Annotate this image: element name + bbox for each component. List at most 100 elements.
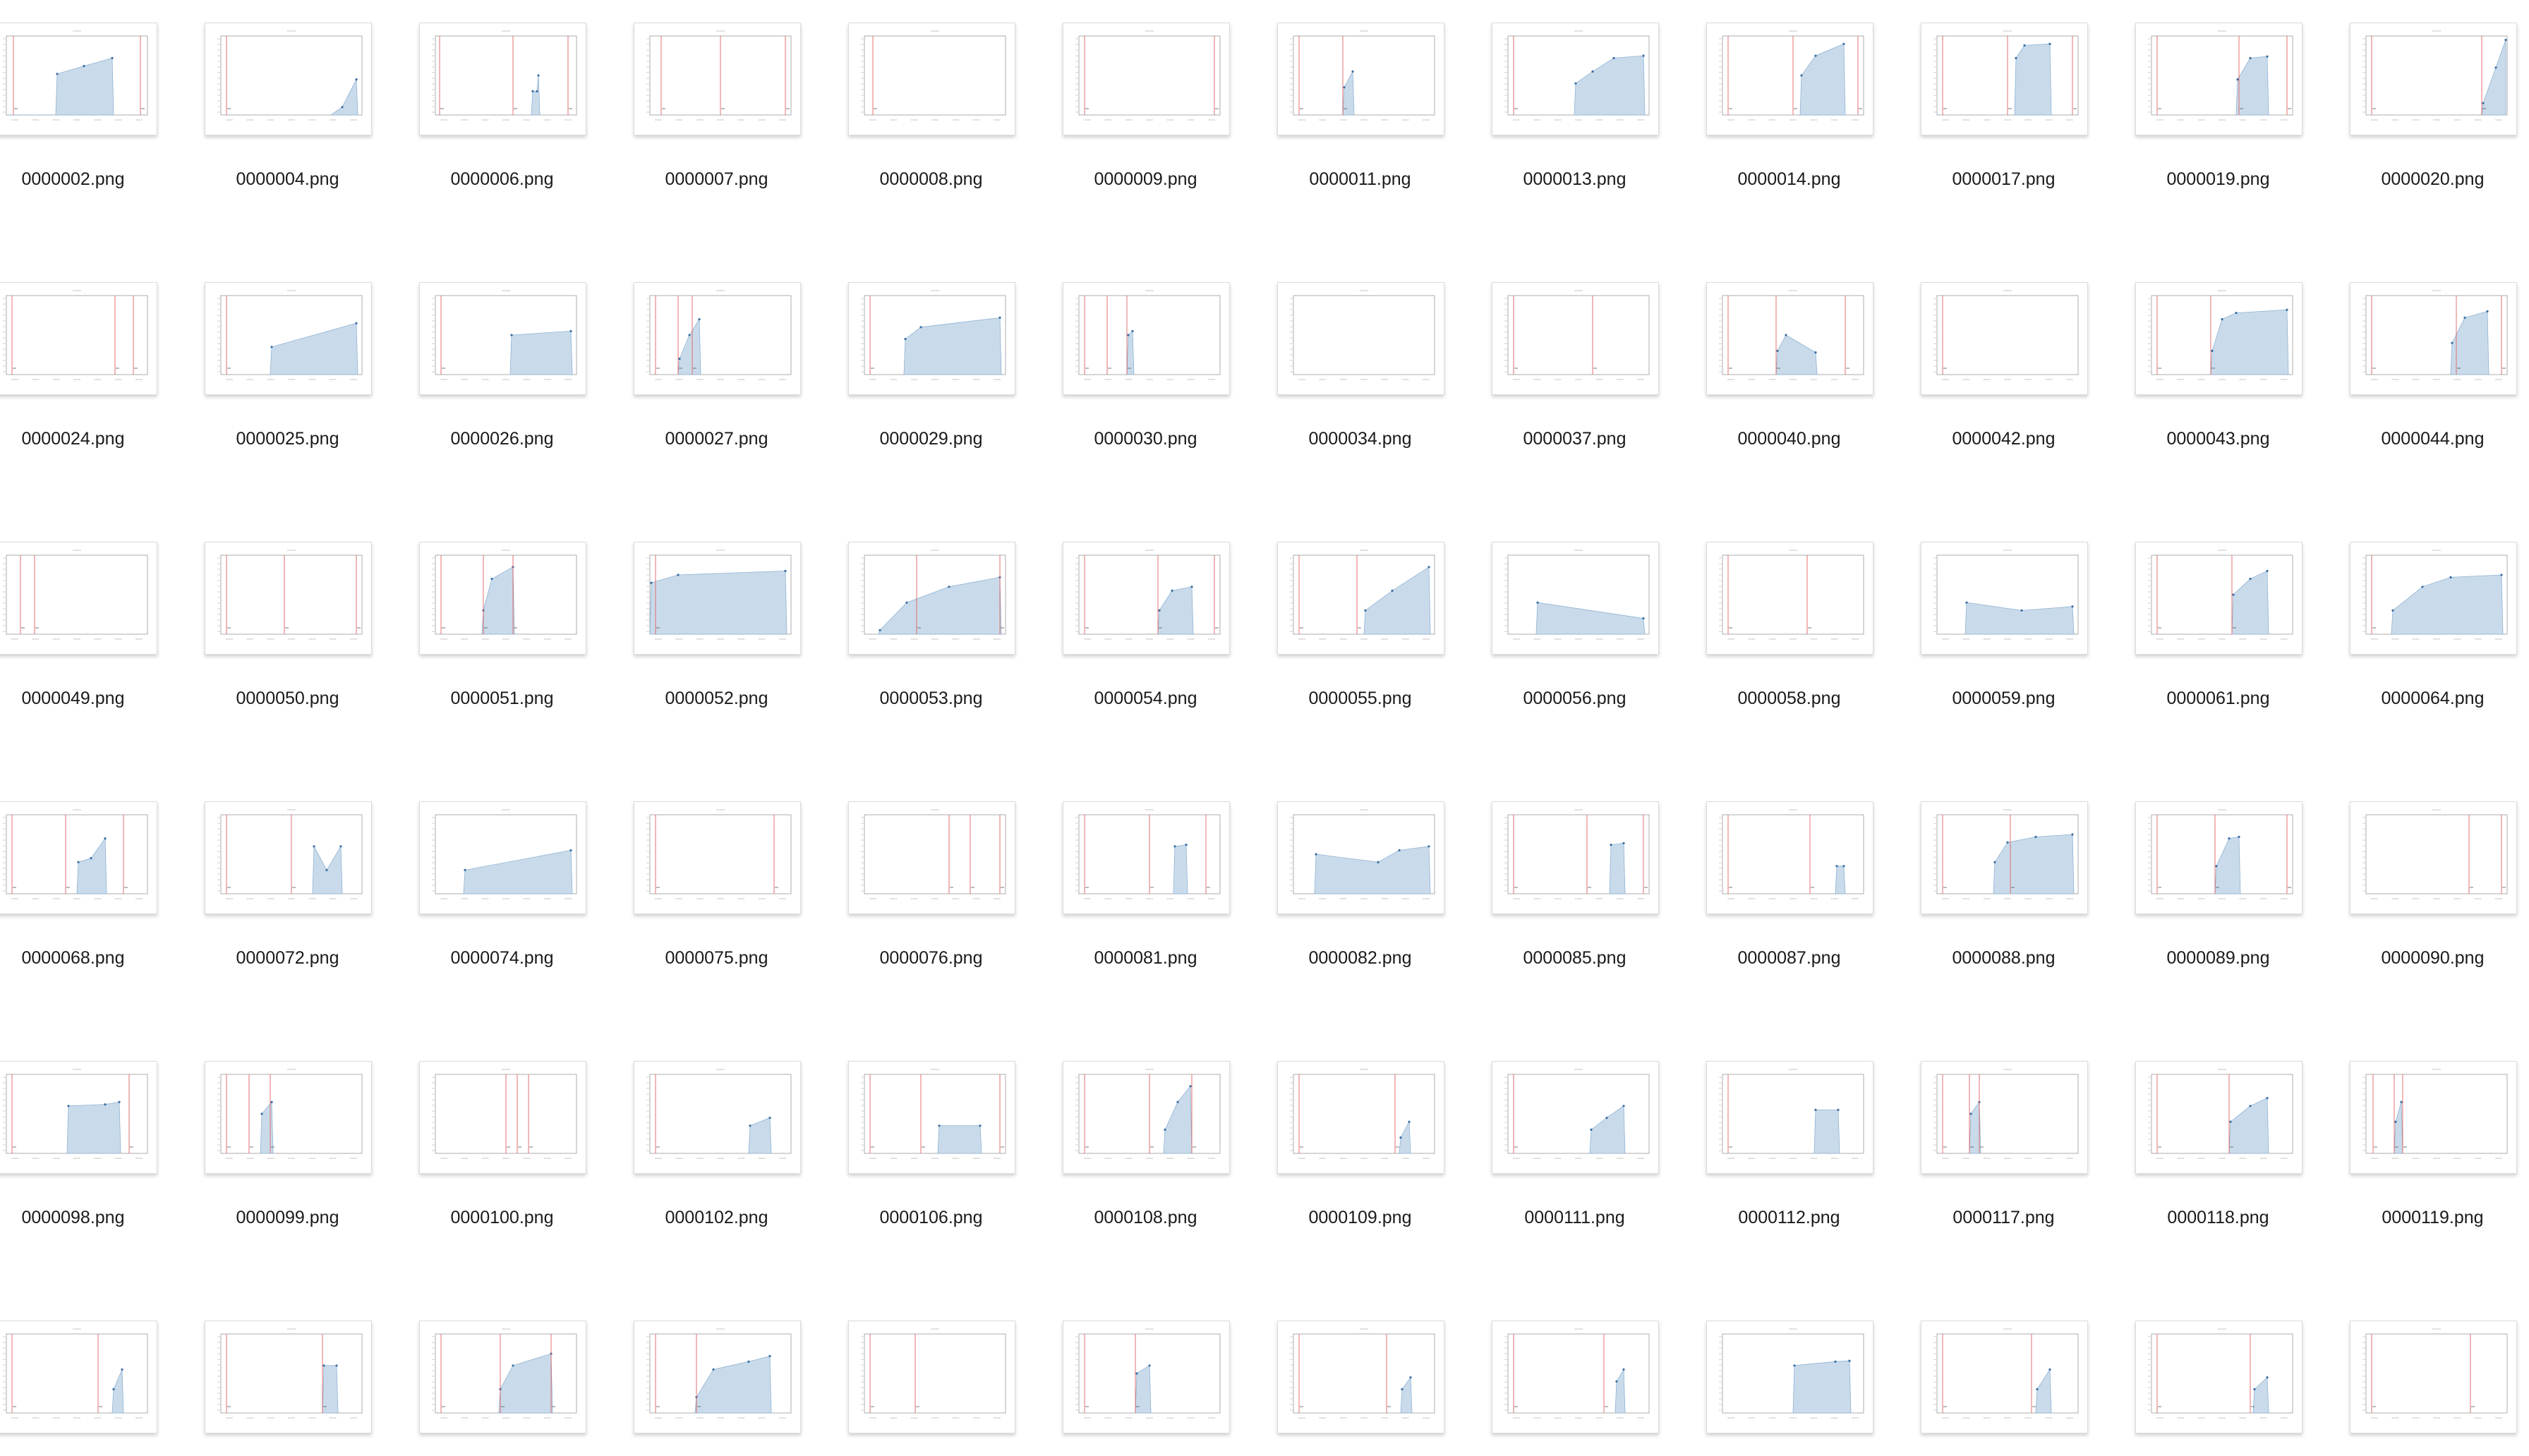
file-name-label[interactable]: 0000052.png	[634, 688, 799, 709]
file-name-label[interactable]: 0000004.png	[205, 169, 370, 190]
file-icon-item[interactable]: 0000112.png	[1706, 1038, 1883, 1264]
file-name-label[interactable]: 0000089.png	[2135, 948, 2301, 969]
file-name-label[interactable]: 0000027.png	[634, 429, 799, 449]
file-icon-item[interactable]: 0000129.png	[1921, 1298, 2097, 1456]
thumbnail-image[interactable]	[1706, 282, 1873, 395]
file-icon-item[interactable]: 0000120.png	[0, 1298, 167, 1456]
thumbnail-image[interactable]	[634, 23, 801, 135]
thumbnail-image[interactable]	[1492, 282, 1659, 395]
file-icon-item[interactable]: 0000034.png	[1277, 260, 1454, 485]
file-icon-item[interactable]: 0000011.png	[1277, 0, 1454, 226]
thumbnail-image[interactable]	[1492, 1061, 1659, 1174]
file-icon-item[interactable]: 0000111.png	[1492, 1038, 1668, 1264]
thumbnail-image[interactable]	[1277, 542, 1444, 655]
file-name-label[interactable]: 0000076.png	[848, 948, 1014, 969]
file-icon-item[interactable]: 0000117.png	[1921, 1038, 2097, 1264]
file-name-label[interactable]: 0000054.png	[1063, 688, 1229, 709]
file-icon-item[interactable]: 0000119.png	[2350, 1038, 2526, 1264]
thumbnail-image[interactable]	[848, 801, 1015, 914]
thumbnail-image[interactable]	[1277, 23, 1444, 135]
thumbnail-image[interactable]	[1921, 1061, 2088, 1174]
file-name-label[interactable]: 0000024.png	[0, 429, 156, 449]
file-icon-item[interactable]: 0000055.png	[1277, 519, 1454, 745]
thumbnail-image[interactable]	[634, 1321, 801, 1433]
file-name-label[interactable]: 0000112.png	[1706, 1208, 1872, 1228]
file-name-label[interactable]: 0000026.png	[419, 429, 585, 449]
thumbnail-image[interactable]	[2135, 542, 2302, 655]
thumbnail-image[interactable]	[1492, 1321, 1659, 1433]
thumbnail-image[interactable]	[1921, 542, 2088, 655]
file-name-label[interactable]: 0000072.png	[205, 948, 370, 969]
file-name-label[interactable]: 0000043.png	[2135, 429, 2301, 449]
file-name-label[interactable]: 0000068.png	[0, 948, 156, 969]
thumbnail-image[interactable]	[2350, 801, 2517, 914]
file-name-label[interactable]: 0000030.png	[1063, 429, 1229, 449]
file-icon-item[interactable]: 0000044.png	[2350, 260, 2526, 485]
file-name-label[interactable]: 0000049.png	[0, 688, 156, 709]
file-name-label[interactable]: 0000019.png	[2135, 169, 2301, 190]
file-icon-item[interactable]: 0000017.png	[1921, 0, 2097, 226]
thumbnail-image[interactable]	[0, 1061, 157, 1174]
file-icon-item[interactable]: 0000087.png	[1706, 779, 1883, 1005]
file-icon-item[interactable]: 0000059.png	[1921, 519, 2097, 745]
file-name-label[interactable]: 0000002.png	[0, 169, 156, 190]
thumbnail-image[interactable]	[2350, 1061, 2517, 1174]
file-name-label[interactable]: 0000119.png	[2350, 1208, 2516, 1228]
file-icon-item[interactable]: 0000007.png	[634, 0, 810, 226]
thumbnail-image[interactable]	[0, 1321, 157, 1433]
file-icon-item[interactable]: 0000121.png	[205, 1298, 381, 1456]
file-icon-item[interactable]: 0000024.png	[0, 260, 167, 485]
file-icon-item[interactable]: 0000043.png	[2135, 260, 2312, 485]
file-name-label[interactable]: 0000100.png	[419, 1208, 585, 1228]
thumbnail-image[interactable]	[419, 542, 586, 655]
file-icon-item[interactable]: 0000053.png	[848, 519, 1025, 745]
file-name-label[interactable]: 0000055.png	[1277, 688, 1443, 709]
file-icon-item[interactable]: 0000008.png	[848, 0, 1025, 226]
file-icon-item[interactable]: 0000128.png	[1706, 1298, 1883, 1456]
thumbnail-image[interactable]	[2350, 282, 2517, 395]
thumbnail-image[interactable]	[634, 542, 801, 655]
thumbnail-image[interactable]	[1921, 23, 2088, 135]
file-icon-item[interactable]: 0000098.png	[0, 1038, 167, 1264]
file-name-label[interactable]: 0000064.png	[2350, 688, 2516, 709]
thumbnail-image[interactable]	[1921, 282, 2088, 395]
file-icon-item[interactable]: 0000125.png	[1063, 1298, 1239, 1456]
thumbnail-image[interactable]	[1277, 1321, 1444, 1433]
thumbnail-image[interactable]	[0, 282, 157, 395]
file-name-label[interactable]: 0000082.png	[1277, 948, 1443, 969]
file-icon-item[interactable]: 0000109.png	[1277, 1038, 1454, 1264]
file-icon-item[interactable]: 0000013.png	[1492, 0, 1668, 226]
file-icon-item[interactable]: 0000030.png	[1063, 260, 1239, 485]
thumbnail-image[interactable]	[0, 23, 157, 135]
file-name-label[interactable]: 0000090.png	[2350, 948, 2516, 969]
file-icon-item[interactable]: 0000090.png	[2350, 779, 2526, 1005]
thumbnail-image[interactable]	[2135, 282, 2302, 395]
file-name-label[interactable]: 0000088.png	[1921, 948, 2087, 969]
file-name-label[interactable]: 0000011.png	[1277, 169, 1443, 190]
file-icon-item[interactable]: 0000026.png	[419, 260, 596, 485]
thumbnail-image[interactable]	[1706, 1321, 1873, 1433]
thumbnail-image[interactable]	[1921, 801, 2088, 914]
file-icon-item[interactable]: 0000025.png	[205, 260, 381, 485]
file-name-label[interactable]: 0000020.png	[2350, 169, 2516, 190]
thumbnail-image[interactable]	[419, 1061, 586, 1174]
file-icon-item[interactable]: 0000027.png	[634, 260, 810, 485]
thumbnail-image[interactable]	[205, 542, 372, 655]
file-icon-item[interactable]: 0000108.png	[1063, 1038, 1239, 1264]
file-name-label[interactable]: 0000102.png	[634, 1208, 799, 1228]
file-icon-item[interactable]: 0000127.png	[1492, 1298, 1668, 1456]
file-name-label[interactable]: 0000050.png	[205, 688, 370, 709]
thumbnail-image[interactable]	[419, 23, 586, 135]
file-icon-item[interactable]: 0000006.png	[419, 0, 596, 226]
file-icon-item[interactable]: 0000052.png	[634, 519, 810, 745]
file-name-label[interactable]: 0000034.png	[1277, 429, 1443, 449]
thumbnail-image[interactable]	[1277, 801, 1444, 914]
file-name-label[interactable]: 0000007.png	[634, 169, 799, 190]
file-name-label[interactable]: 0000044.png	[2350, 429, 2516, 449]
file-name-label[interactable]: 0000059.png	[1921, 688, 2087, 709]
file-icon-item[interactable]: 0000004.png	[205, 0, 381, 226]
file-name-label[interactable]: 0000029.png	[848, 429, 1014, 449]
file-name-label[interactable]: 0000061.png	[2135, 688, 2301, 709]
file-name-label[interactable]: 0000009.png	[1063, 169, 1229, 190]
thumbnail-image[interactable]	[1063, 542, 1230, 655]
